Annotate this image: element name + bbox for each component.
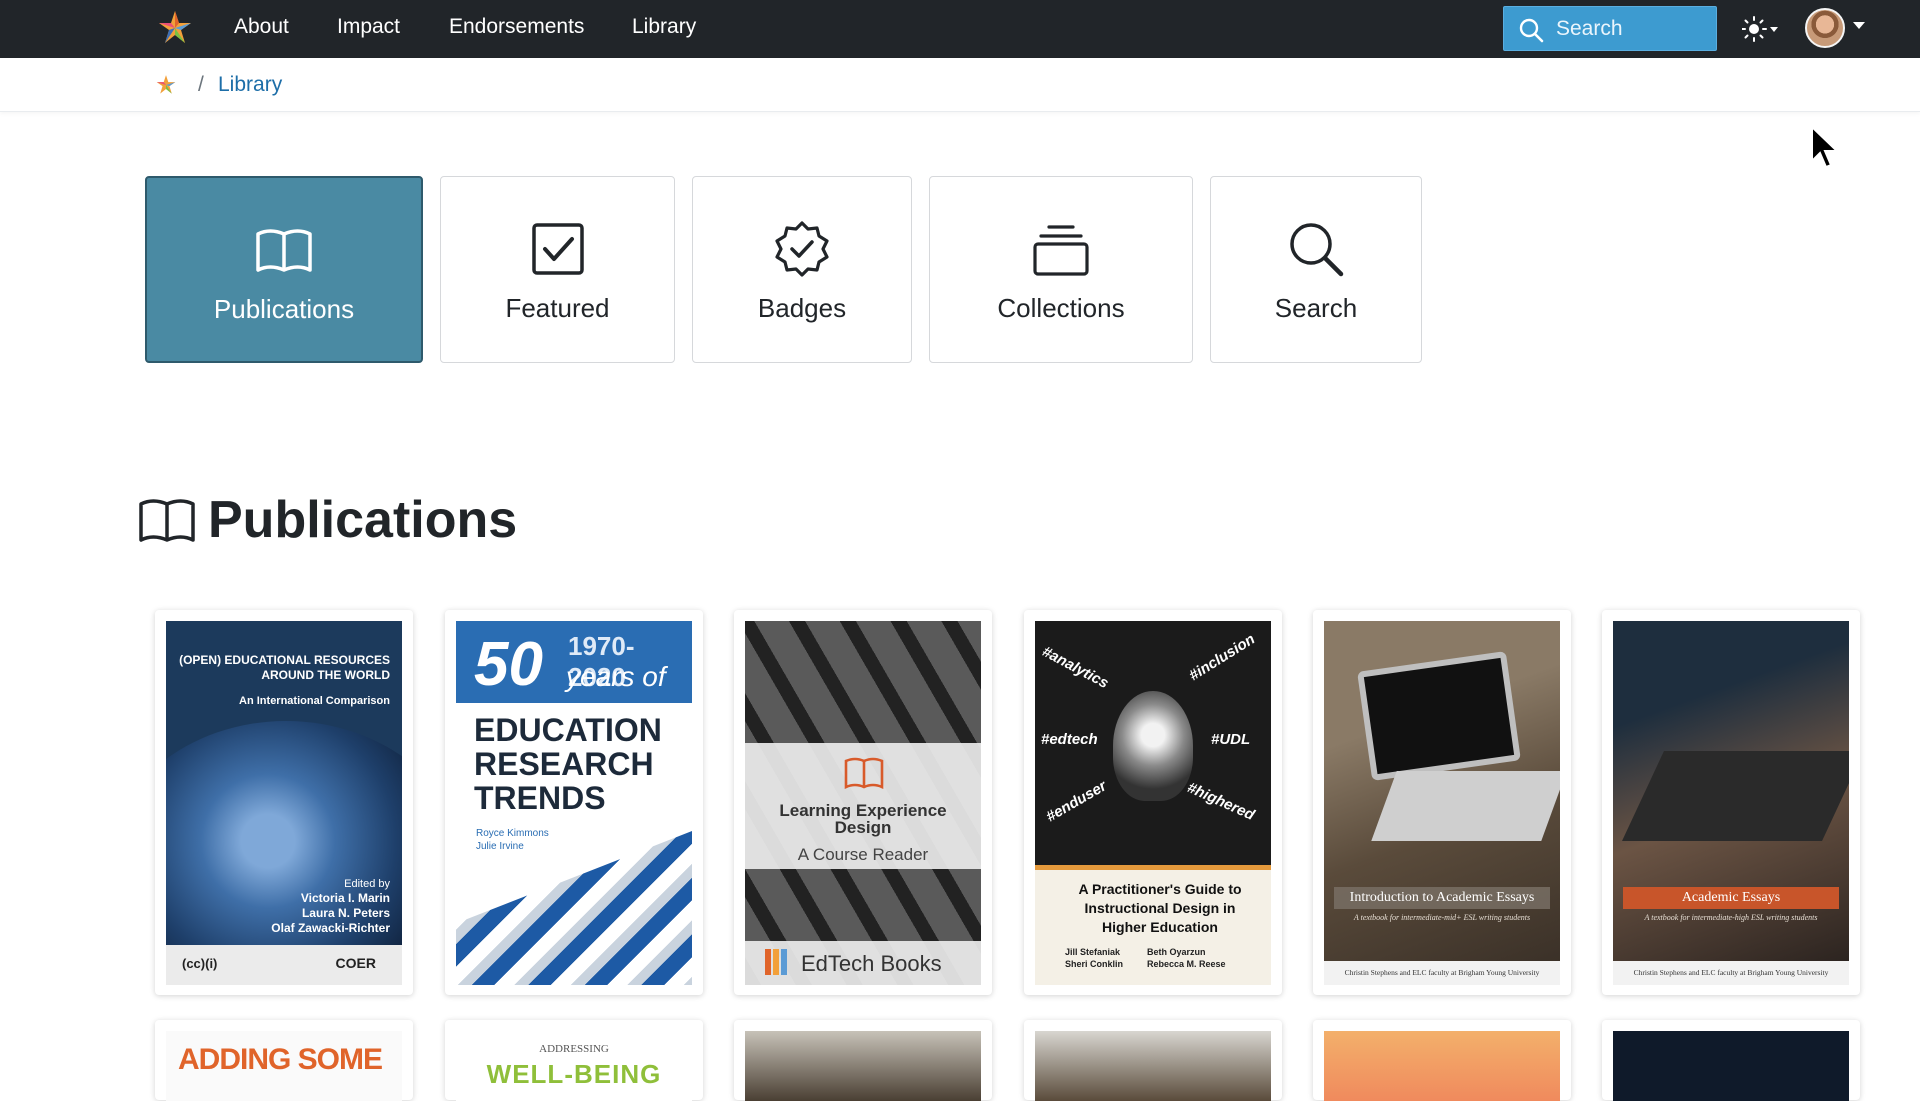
tab-collections[interactable]: Collections	[929, 176, 1193, 363]
books-logo-icon	[765, 949, 793, 975]
cover-title: WELL-BEING	[486, 1059, 662, 1089]
breadcrumb-separator: /	[198, 73, 204, 96]
book-cover	[1613, 1031, 1849, 1101]
book-cover: #analytics #inclusion #edtech #UDL #endu…	[1035, 621, 1271, 985]
cover-title-box: A Practitioner's Guide to Instructional …	[1035, 865, 1271, 985]
tab-label: Badges	[757, 293, 847, 323]
breadcrumb-library-link[interactable]: Library	[218, 73, 282, 97]
book-cover: Learning Experience Design A Course Read…	[745, 621, 981, 985]
cover-hashtag: #analytics	[1039, 642, 1112, 693]
breadcrumb: / Library	[0, 58, 1920, 112]
tab-label: Featured	[505, 293, 610, 323]
book-cover	[1324, 1031, 1560, 1101]
book-cover: Introduction to Academic Essays A textbo…	[1324, 621, 1560, 985]
keyboard-image	[1371, 771, 1560, 841]
cover-authors: Royce Kimmons Julie Irvine	[476, 828, 549, 852]
publisher-logo: COER	[335, 955, 376, 971]
checkbox-icon	[531, 223, 584, 275]
cover-title: Introduction to Academic Essays	[1334, 887, 1550, 909]
badge-check-icon	[775, 221, 829, 277]
user-menu[interactable]	[1805, 8, 1867, 50]
book-cover	[1035, 1031, 1271, 1101]
cover-hashtag: #enduser	[1043, 777, 1110, 826]
nav-link-library[interactable]: Library	[632, 15, 696, 39]
nav-link-endorsements[interactable]: Endorsements	[449, 15, 584, 39]
tab-search[interactable]: Search	[1210, 176, 1422, 363]
cover-title: EDUCATION RESEARCH TRENDS	[474, 712, 662, 816]
tab-badges[interactable]: Badges	[692, 176, 912, 363]
cover-authors: Jill Stefaniak Sheri Conklin	[1065, 947, 1124, 969]
book-card[interactable]: (OPEN) EDUCATIONAL RESOURCES AROUND THE …	[155, 610, 413, 995]
nav-link-impact[interactable]: Impact	[337, 15, 400, 39]
book-card[interactable]: #analytics #inclusion #edtech #UDL #endu…	[1024, 610, 1282, 995]
cover-number: 50	[474, 630, 543, 699]
tab-featured[interactable]: Featured	[440, 176, 675, 363]
cover-subtitle: A textbook for intermediate-mid+ ESL wri…	[1353, 913, 1531, 922]
search-box[interactable]	[1503, 6, 1717, 51]
open-book-icon	[844, 757, 884, 789]
book-cover: (OPEN) EDUCATIONAL RESOURCES AROUND THE …	[166, 621, 402, 985]
cover-editors: Edited by Victoria I. Marin Laura N. Pet…	[271, 878, 390, 935]
book-card[interactable]	[1313, 1020, 1571, 1101]
cover-title: A Practitioner's Guide to Instructional …	[1078, 881, 1242, 935]
book-card[interactable]	[1024, 1020, 1282, 1101]
search-input[interactable]	[1556, 13, 1706, 45]
cubes-image	[456, 831, 692, 985]
cover-authors: Beth Oyarzun Rebecca M. Reese	[1147, 947, 1226, 969]
avatar	[1805, 8, 1845, 48]
cover-years-of: years of	[566, 661, 666, 692]
book-card[interactable]: Academic Essays A textbook for intermedi…	[1602, 610, 1860, 995]
home-logo-icon[interactable]	[155, 74, 177, 96]
mouse-cursor-icon	[1811, 125, 1840, 169]
tab-publications[interactable]: Publications	[145, 176, 423, 363]
book-cover	[745, 1031, 981, 1101]
book-card[interactable]: 50 1970-2020 years of EDUCATION RESEARCH…	[445, 610, 703, 995]
creative-commons-icon: (cc)(i)	[182, 956, 218, 971]
theme-toggle-button[interactable]	[1741, 14, 1780, 44]
magnifier-icon	[1290, 223, 1344, 277]
book-cover: Academic Essays A textbook for intermedi…	[1613, 621, 1849, 985]
nav-link-about[interactable]: About	[234, 15, 289, 39]
top-navbar: About Impact Endorsements Library	[0, 0, 1920, 58]
cover-hashtag: #UDL	[1211, 731, 1251, 748]
cover-subtitle: A Course Reader	[797, 845, 929, 864]
book-cover: ADDING SOME	[166, 1031, 402, 1101]
book-card[interactable]	[734, 1020, 992, 1101]
cover-footer: (cc)(i) COER	[166, 945, 402, 985]
cover-credit: Christin Stephens and ELC faculty at Bri…	[1324, 961, 1560, 985]
tab-label: Publications	[213, 294, 355, 324]
cover-title: Learning Experience Design	[779, 801, 947, 837]
cover-title: Academic Essays	[1623, 887, 1839, 909]
open-book-icon	[256, 229, 312, 272]
book-card[interactable]: Learning Experience Design A Course Read…	[734, 610, 992, 995]
open-book-icon	[139, 499, 195, 542]
logo-icon[interactable]	[156, 9, 194, 47]
lightbulb-image	[1113, 691, 1193, 801]
cover-subtitle: An International Comparison	[239, 695, 390, 707]
cover-subtitle: A textbook for intermediate-high ESL wri…	[1644, 913, 1818, 922]
cover-title: ADDING SOME	[178, 1043, 383, 1076]
book-cover: 50 1970-2020 years of EDUCATION RESEARCH…	[456, 621, 692, 985]
cover-hashtag: #highered	[1184, 779, 1258, 824]
cover-publisher: EdTech Books	[745, 941, 981, 985]
sun-icon	[1741, 16, 1778, 42]
book-card[interactable]	[1602, 1020, 1860, 1101]
collection-stack-icon	[1033, 225, 1089, 276]
section-title: Publications	[208, 491, 518, 549]
laptop-image	[1357, 651, 1521, 781]
tab-label: Collections	[997, 293, 1125, 323]
book-cover: ADDRESSING WELL-BEING	[456, 1031, 692, 1101]
cover-title: (OPEN) EDUCATIONAL RESOURCES AROUND THE …	[179, 653, 390, 682]
tab-label: Search	[1274, 293, 1358, 323]
cover-hashtag: #inclusion	[1186, 630, 1259, 685]
cover-kicker: ADDRESSING	[539, 1043, 609, 1055]
cover-hashtag: #edtech	[1041, 731, 1098, 748]
search-icon	[1519, 18, 1544, 43]
book-card[interactable]: Introduction to Academic Essays A textbo…	[1313, 610, 1571, 995]
chevron-down-icon	[1853, 22, 1865, 29]
cover-credit: Christin Stephens and ELC faculty at Bri…	[1613, 961, 1849, 985]
book-card[interactable]: ADDING SOME	[155, 1020, 413, 1101]
book-card[interactable]: ADDRESSING WELL-BEING	[445, 1020, 703, 1101]
